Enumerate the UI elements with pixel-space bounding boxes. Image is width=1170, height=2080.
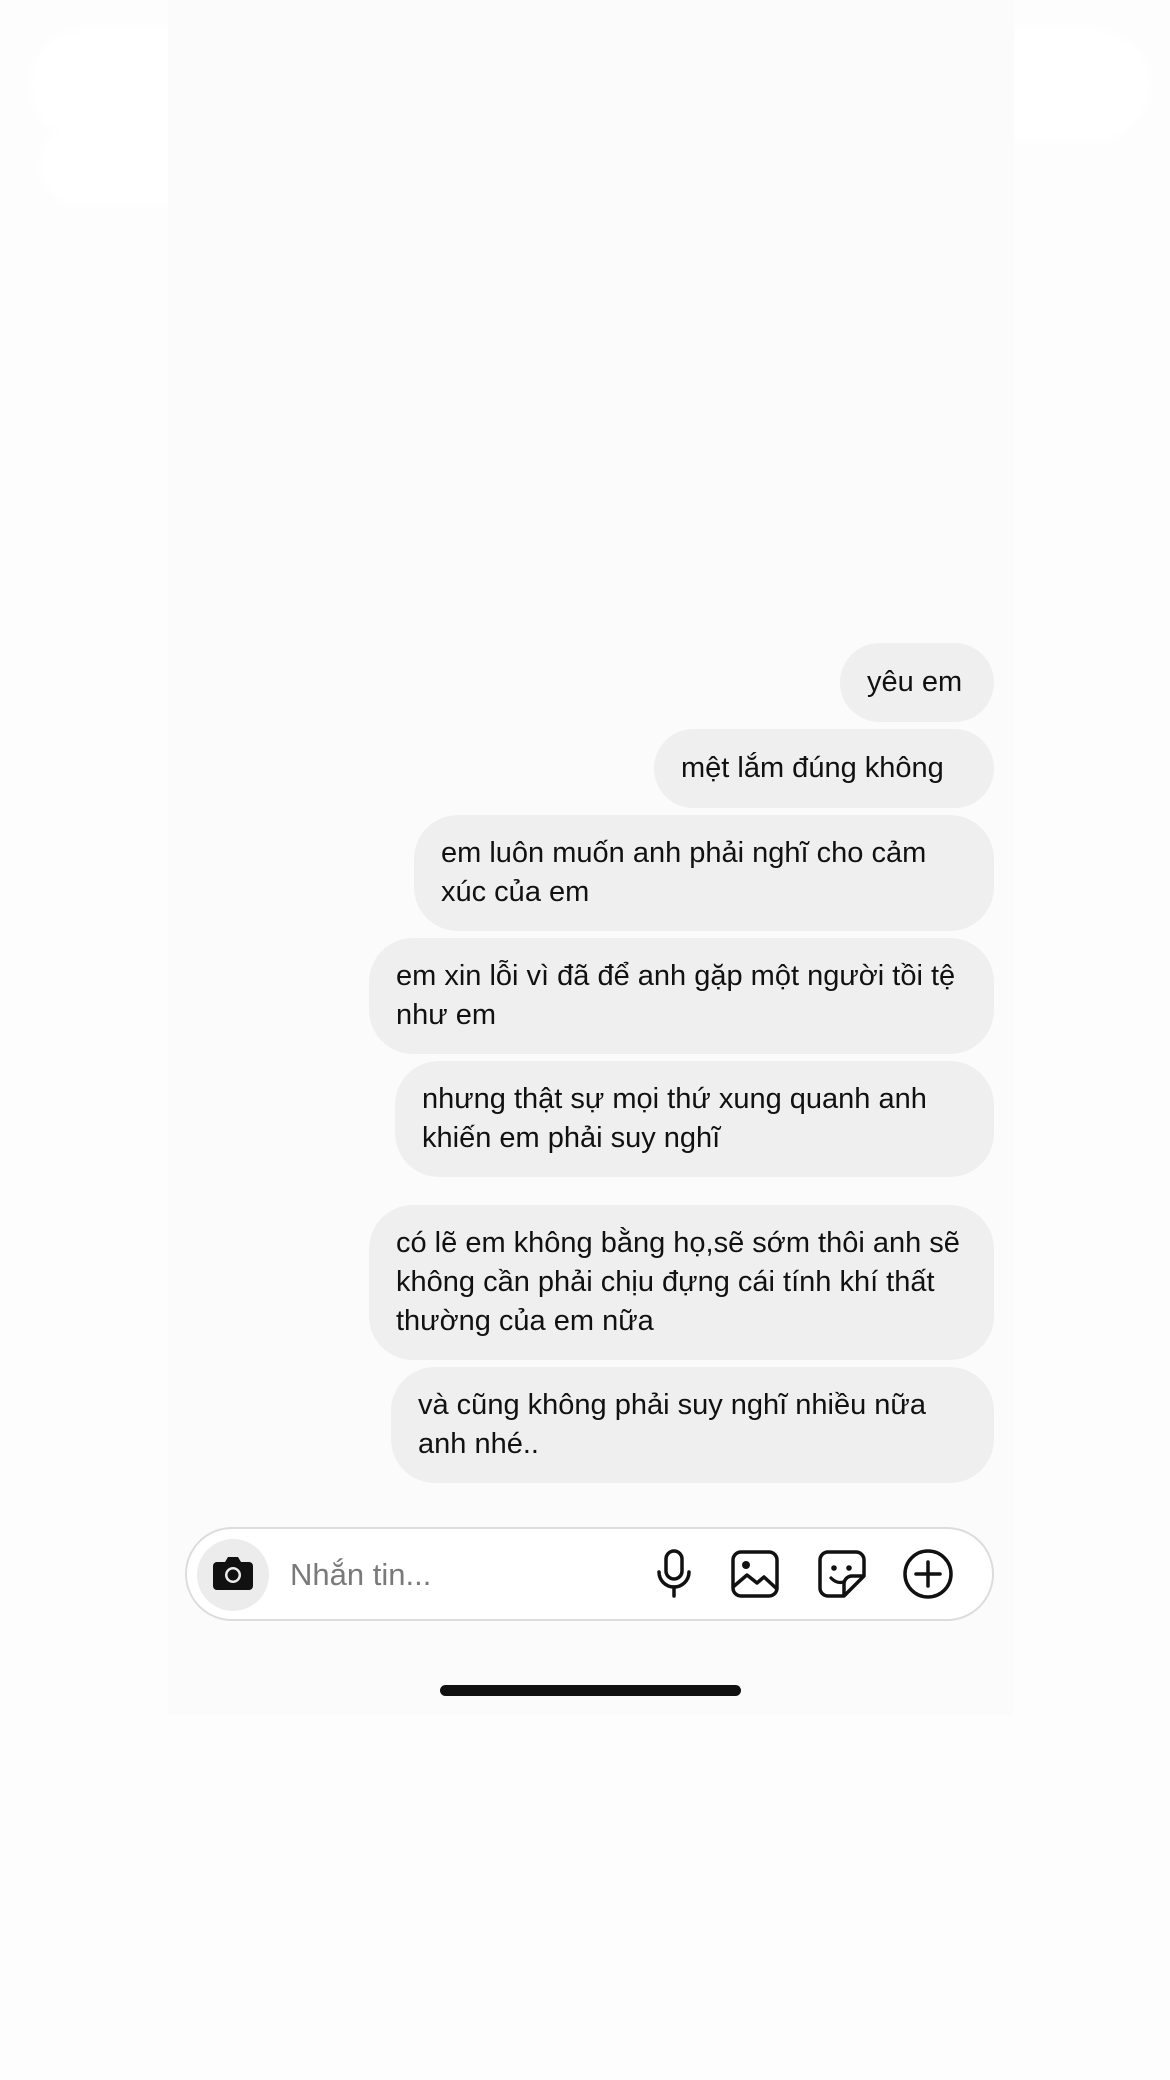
- message-bubble[interactable]: và cũng không phải suy nghĩ nhiều nữa an…: [391, 1367, 994, 1483]
- message-bubble[interactable]: yêu em: [840, 643, 994, 722]
- home-indicator[interactable]: [440, 1685, 741, 1696]
- message-list: yêu em mệt lắm đúng không em luôn muốn a…: [369, 643, 994, 1490]
- plus-circle-icon: [902, 1548, 954, 1605]
- message-composer: [185, 1527, 994, 1621]
- message-bubble[interactable]: có lẽ em không bằng họ,sẽ sớm thôi anh s…: [369, 1205, 994, 1360]
- message-bubble[interactable]: em xin lỗi vì đã để anh gặp một người tồ…: [369, 938, 994, 1054]
- gallery-button[interactable]: [728, 1549, 782, 1603]
- microphone-icon: [654, 1548, 694, 1605]
- message-bubble[interactable]: em luôn muốn anh phải nghĩ cho cảm xúc c…: [414, 815, 994, 931]
- camera-button[interactable]: [197, 1539, 269, 1611]
- camera-icon: [211, 1553, 255, 1598]
- message-bubble[interactable]: nhưng thật sự mọi thứ xung quanh anh khi…: [395, 1061, 994, 1177]
- message-input[interactable]: [290, 1553, 620, 1597]
- voice-message-button[interactable]: [647, 1548, 701, 1605]
- sticker-icon: [817, 1549, 867, 1604]
- message-bubble[interactable]: mệt lắm đúng không: [654, 729, 994, 808]
- sticker-button[interactable]: [815, 1549, 869, 1603]
- more-options-button[interactable]: [901, 1548, 955, 1605]
- gallery-icon: [730, 1549, 780, 1604]
